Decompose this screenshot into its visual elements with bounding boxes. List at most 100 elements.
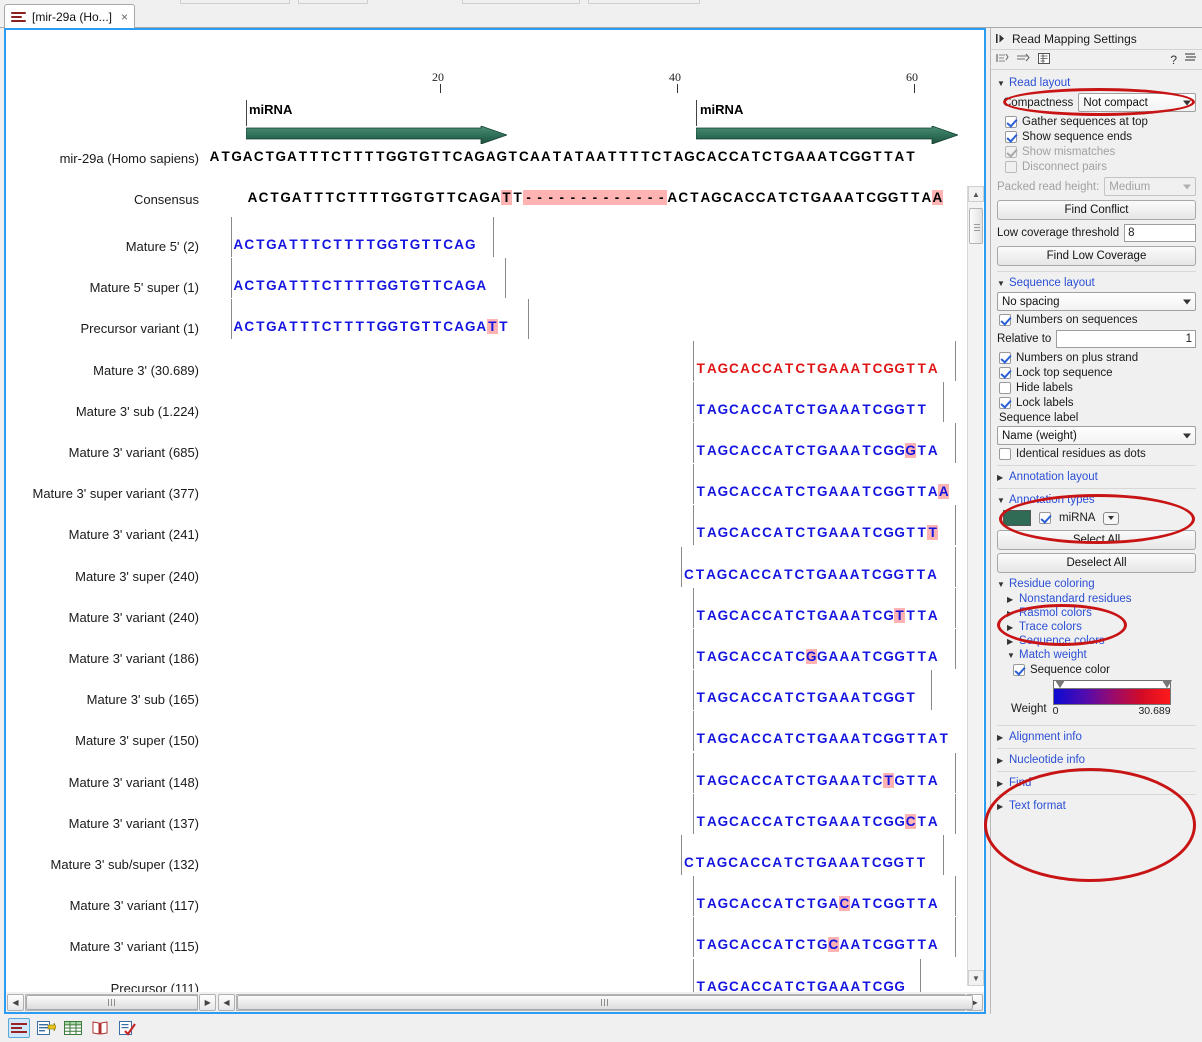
read-sequence[interactable]: CTAGCACCATCTGAAATCGGTTA [683,567,937,582]
read-sequence[interactable]: TAGCACCATCTGAAATCGGT [695,690,916,705]
gradient-max-handle[interactable] [1162,680,1172,688]
weight-gradient-slider[interactable]: 0 30.689 [1053,688,1171,717]
identical-residues-checkbox[interactable] [999,448,1011,460]
annotation-arrow[interactable] [246,126,507,144]
subsection-sequence-colors[interactable]: ▶ Sequence colors [1007,635,1196,647]
lock-top-sequence-checkbox[interactable] [999,367,1011,379]
hide-labels-checkbox[interactable] [999,382,1011,394]
close-icon[interactable]: × [121,10,128,24]
list-icon[interactable] [1184,52,1197,67]
hscroll-left-arrow-1[interactable]: ◀ [7,994,24,1011]
sequence-label-dropdown[interactable]: Name (weight) [997,426,1196,445]
low-coverage-threshold-input[interactable]: 8 [1124,224,1196,242]
read-sequence[interactable]: TAGCACCATCTGAAATCGGTTT [695,525,938,540]
section-annotation-types[interactable]: ▼ Annotation types [997,494,1196,506]
numbers-on-plus-strand-checkbox[interactable] [999,352,1011,364]
read-sequence[interactable]: TAGCACCATCTGAAATCGGTTAA [695,484,949,499]
relative-to-input[interactable]: 1 [1056,330,1196,348]
subsection-match-weight[interactable]: ▼ Match weight [1007,649,1196,661]
lock-labels-checkbox[interactable] [999,397,1011,409]
gradient-min-handle[interactable] [1055,680,1065,688]
compactness-dropdown[interactable]: Not compact [1078,93,1196,112]
annotation-table-view-icon[interactable] [35,1018,57,1038]
numbers-on-sequences-checkbox[interactable] [999,314,1011,326]
numbers-on-plus-strand-row[interactable]: Numbers on plus strand [999,352,1196,364]
read-sequence[interactable]: TAGCACCATCTGAAATCGGTTA [695,361,938,376]
annotation-arrow[interactable] [696,126,958,144]
read-row-label: Mature 3' variant (115) [70,939,199,954]
read-sequence[interactable]: TAGCACCATCTGAAATCGGTT [695,402,927,417]
settings-preset-icon[interactable] [1037,52,1051,68]
scroll-down-arrow[interactable]: ▼ [968,970,984,986]
mirna-color-swatch[interactable] [1003,510,1031,526]
sequence-color-row[interactable]: Sequence color [1013,664,1196,676]
read-sequence[interactable]: TAGCACCATCTGACATCGGTTA [695,896,938,911]
section-annotation-layout[interactable]: ▶ Annotation layout [997,471,1196,483]
annotation-stem [696,100,697,126]
mirna-options-icon[interactable] [1103,512,1119,525]
hscroll-track-2[interactable] [236,994,965,1011]
expand-panel-icon[interactable] [995,33,1006,44]
alignment-canvas[interactable]: 204060 miRNAmiRNA mir-29a (Homo sapiens)… [6,30,984,1012]
save-settings-icon[interactable] [995,52,1009,68]
read-sequence[interactable]: TAGCACCATCGGAAATCGGTTA [695,649,938,664]
subsection-rasmol-colors[interactable]: ▶ Rasmol colors [1007,607,1196,619]
vertical-scrollbar[interactable]: ▲ ▼ [967,186,983,986]
read-sequence[interactable]: ACTGATTTCTTTTGGTGTTCAGATT [233,319,509,334]
section-find[interactable]: ▶ Find [997,777,1196,789]
reference-sequence[interactable]: ATGACTGATTTCTTTTGGTGTTCAGAGTCAATATAATTTT… [209,149,916,164]
panel-title-bar: Read Mapping Settings [991,28,1202,50]
mirna-checkbox[interactable] [1039,512,1051,524]
read-end-tick [943,382,944,422]
section-read-layout[interactable]: ▼ Read layout [997,77,1196,89]
apply-settings-icon[interactable] [1016,52,1030,68]
consensus-row-label: Consensus [134,192,199,207]
alignment-view-icon[interactable] [8,1018,30,1038]
read-sequence[interactable]: ACTGATTTCTTTTGGTGTTCAG [233,237,476,252]
read-sequence[interactable]: TAGCACCATCTGAAATCGGGTA [695,443,938,458]
read-sequence[interactable]: TAGCACCATCTGCAATCGGTTA [695,937,938,952]
help-icon[interactable]: ? [1170,53,1177,67]
hide-labels-row[interactable]: Hide labels [999,382,1196,394]
read-sequence[interactable]: TAGCACCATCTGAAATCTGTTA [695,773,938,788]
read-sequence[interactable]: TAGCACCATCTGAAATCGGTTAT [695,731,949,746]
subsection-nonstandard-residues[interactable]: ▶ Nonstandard residues [1007,593,1196,605]
read-sequence[interactable]: ACTGATTTCTTTTGGTGTTCAGA [233,278,487,293]
section-nucleotide-info[interactable]: ▶ Nucleotide info [997,754,1196,766]
table-view-icon[interactable] [62,1018,84,1038]
read-sequence[interactable]: TAGCACCATCTGAAATCGTTTA [695,608,938,623]
section-residue-coloring[interactable]: ▼ Residue coloring [997,578,1196,590]
hscroll-track-1[interactable] [25,994,199,1011]
sequence-color-checkbox[interactable] [1013,664,1025,676]
consensus-sequence[interactable]: ACTGATTTCTTTTGGTGTTCAGATT-------------AC… [247,190,943,205]
hscroll-right-arrow-1[interactable]: ▶ [199,994,216,1011]
find-low-coverage-button[interactable]: Find Low Coverage [997,246,1196,266]
element-info-view-icon[interactable] [89,1018,111,1038]
read-start-tick [693,629,694,669]
lock-labels-row[interactable]: Lock labels [999,397,1196,409]
subsection-trace-colors[interactable]: ▶ Trace colors [1007,621,1196,633]
read-sequence[interactable]: TAGCACCATCTGAAATCGGCTA [695,814,938,829]
deselect-all-button[interactable]: Deselect All [997,553,1196,573]
scroll-up-arrow[interactable]: ▲ [968,186,984,202]
lock-top-sequence-label: Lock top sequence [1016,367,1113,379]
show-sequence-ends-row[interactable]: Show sequence ends [1005,131,1196,143]
hscroll-left-arrow-2[interactable]: ◀ [218,994,235,1011]
read-sequence[interactable]: CTAGCACCATCTGAAATCGGTT [683,855,926,870]
lock-top-sequence-row[interactable]: Lock top sequence [999,367,1196,379]
spacing-dropdown[interactable]: No spacing [997,292,1196,311]
chevron-right-icon: ▶ [1007,637,1015,646]
gather-sequences-row[interactable]: Gather sequences at top [1005,116,1196,128]
numbers-on-sequences-row[interactable]: Numbers on sequences [999,314,1196,326]
gather-sequences-checkbox[interactable] [1005,116,1017,128]
find-conflict-button[interactable]: Find Conflict [997,200,1196,220]
vertical-scroll-thumb[interactable] [969,208,983,244]
section-sequence-layout[interactable]: ▼ Sequence layout [997,277,1196,289]
show-sequence-ends-checkbox[interactable] [1005,131,1017,143]
history-view-icon[interactable] [116,1018,138,1038]
tab-mir-29a[interactable]: [mir-29a (Ho...] × [4,4,135,28]
section-alignment-info[interactable]: ▶ Alignment info [997,731,1196,743]
identical-residues-row[interactable]: Identical residues as dots [999,448,1196,460]
select-all-button[interactable]: Select All [997,530,1196,550]
section-text-format[interactable]: ▶ Text format [997,800,1196,812]
